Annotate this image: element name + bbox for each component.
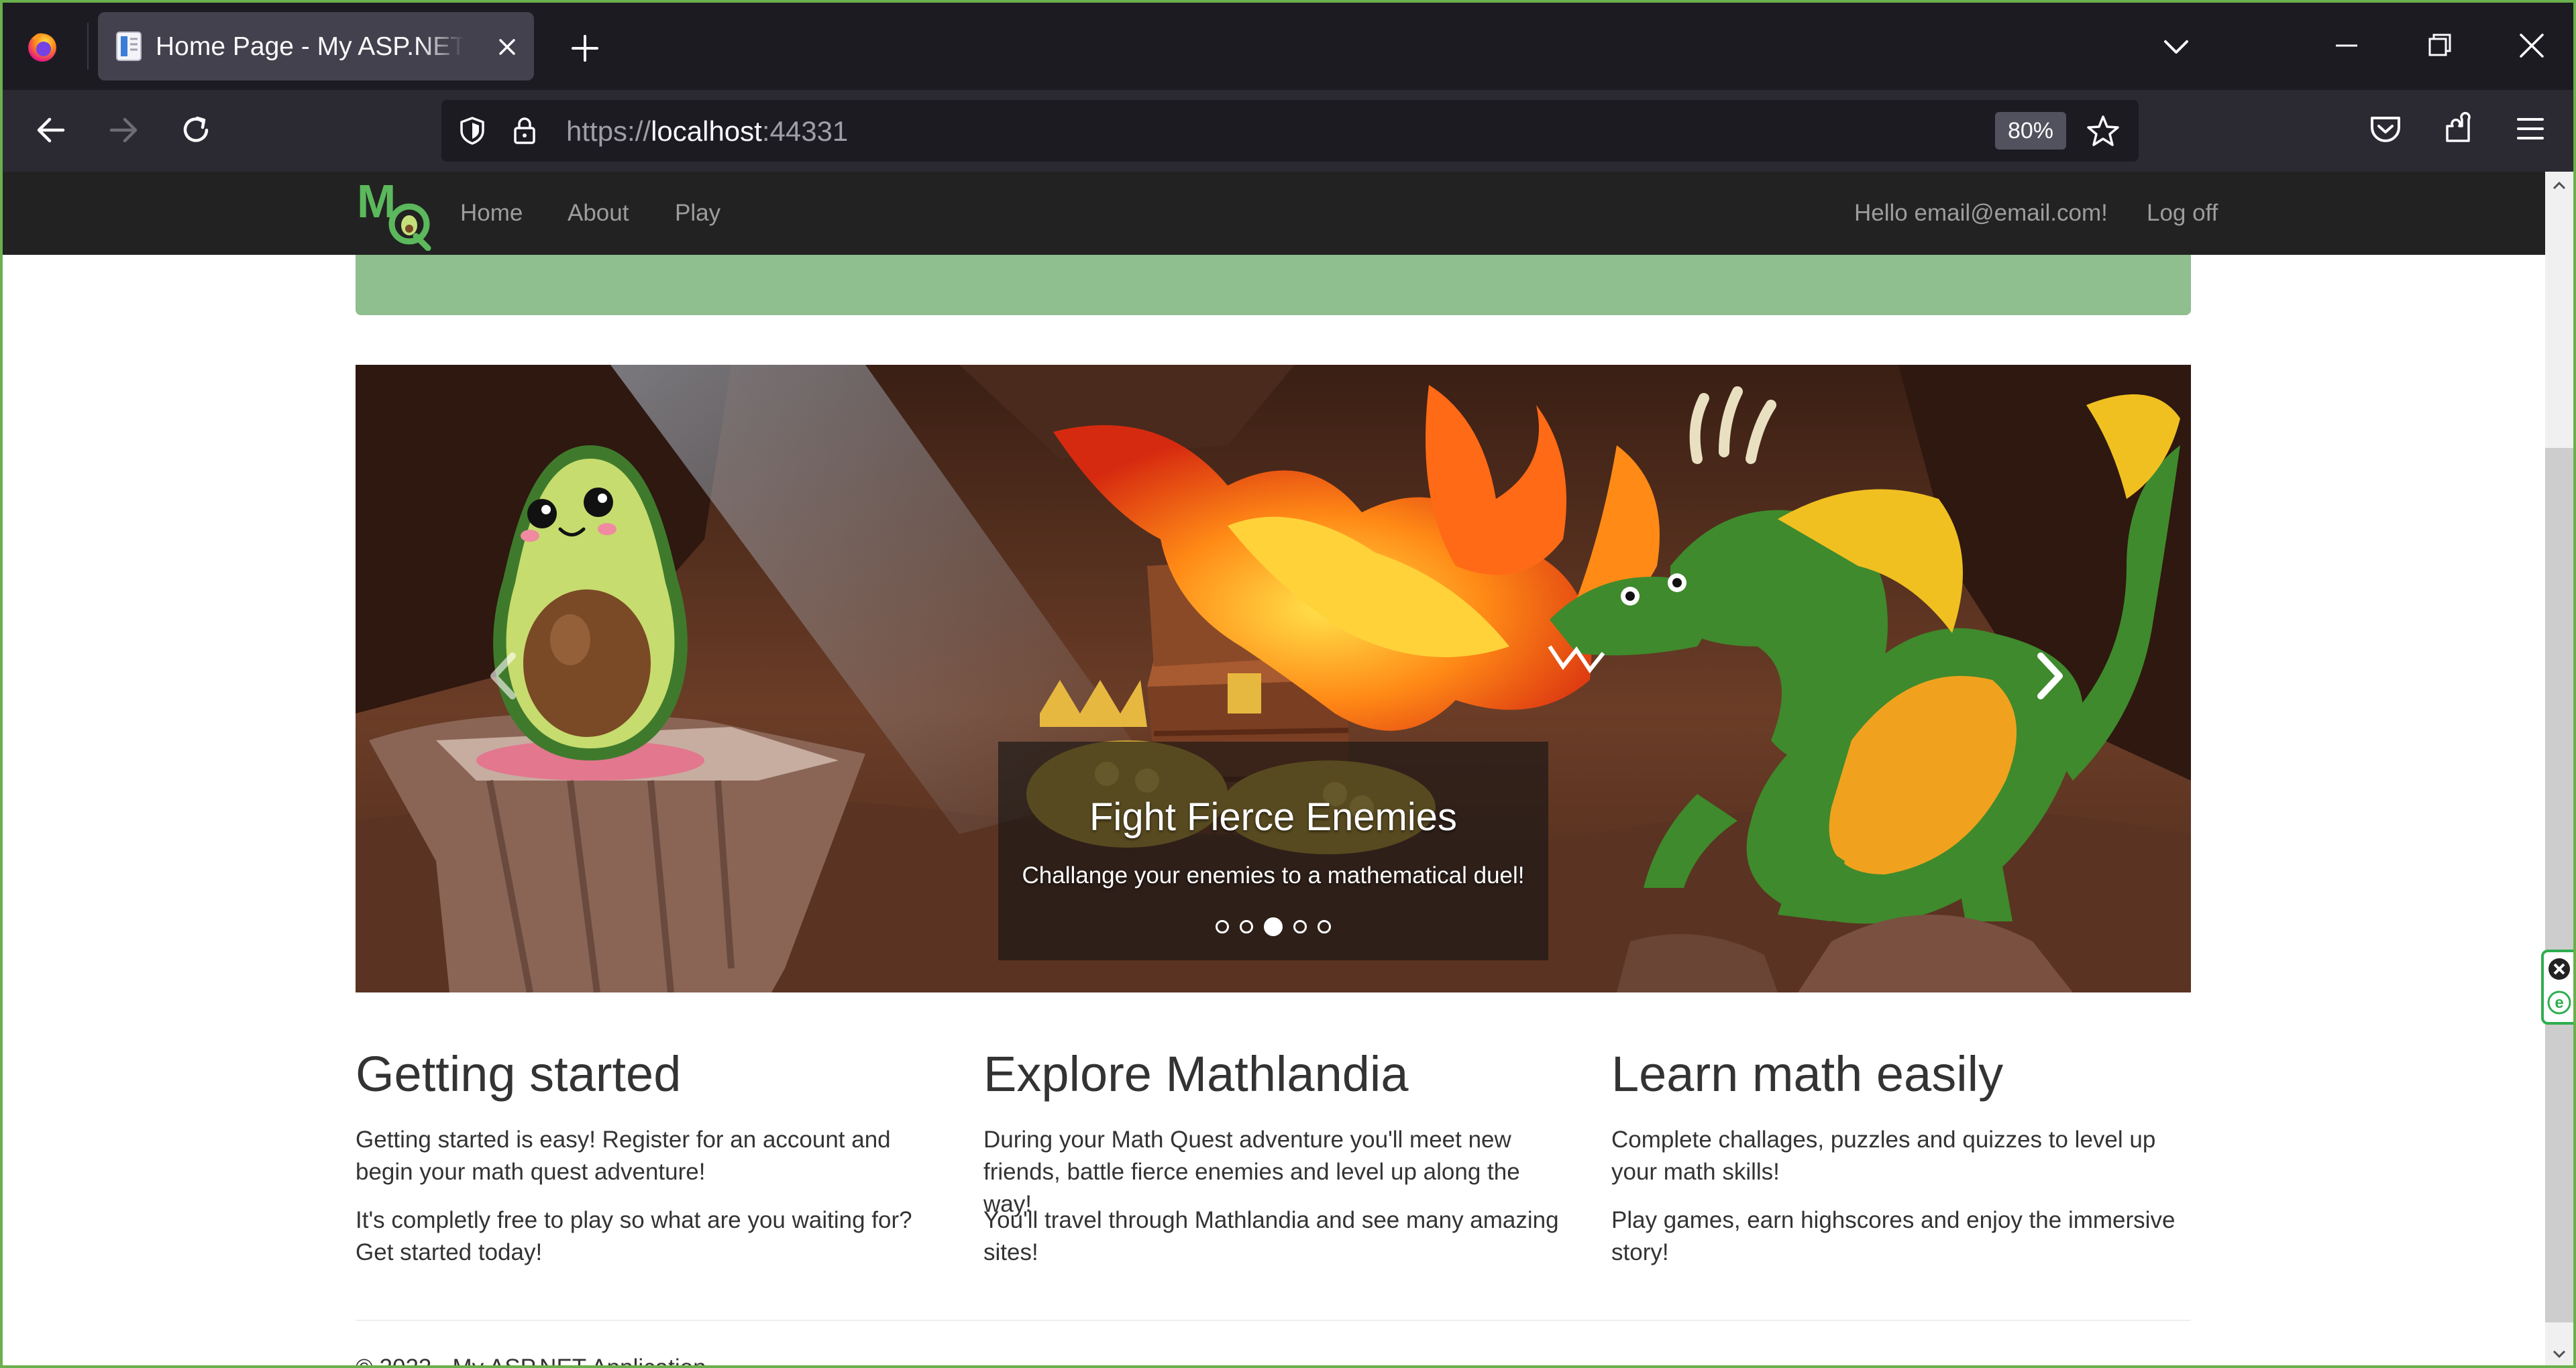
scroll-down-icon[interactable] [2552,1347,2567,1361]
tab-separator [87,23,89,70]
carousel-caption-text: Challange your enemies to a mathematical… [1022,862,1525,889]
new-tab-icon[interactable] [569,32,601,64]
feature-paragraph: Complete challages, puzzles and quizzes … [1611,1127,2156,1185]
carousel-indicator-active[interactable] [1264,917,1283,936]
feature-heading: Explore Mathlandia [983,1046,1409,1102]
feature-paragraph: It's completly free to play so what are … [356,1207,912,1265]
feature-paragraph: Play games, earn highscores and enjoy th… [1611,1207,2176,1265]
feature-column: Getting started Getting started is easy!… [356,1046,946,1265]
bookmark-star-icon[interactable] [2085,113,2121,150]
url-bar[interactable]: https://localhost:44331 80% [441,100,2139,162]
side-extension-widget[interactable]: e [2541,950,2573,1025]
carousel-indicators [998,917,1548,937]
carousel-indicator[interactable] [1240,920,1253,933]
carousel-indicator[interactable] [1216,920,1229,933]
user-greeting-link[interactable]: Hello email@email.com! [1854,200,2108,227]
feature-column: Learn math easily Complete challages, pu… [1611,1046,2202,1265]
navigation-toolbar: https://localhost:44331 80% [3,90,2573,172]
svg-text:e: e [2555,994,2563,1012]
zoom-level-button[interactable]: 80% [1995,112,2066,150]
carousel-caption-title: Fight Fierce Enemies [1089,795,1457,839]
footer-copyright: © 2023 - My ASP.NET Application [356,1355,706,1368]
close-circle-icon[interactable] [2546,956,2572,982]
scroll-up-icon[interactable] [2552,178,2567,193]
reload-icon[interactable] [176,110,216,150]
minimize-icon[interactable] [2330,30,2363,62]
back-icon[interactable] [31,110,71,150]
carousel-indicator[interactable] [1293,920,1307,933]
feature-paragraph: Getting started is easy! Register for an… [356,1127,891,1185]
footer-divider [356,1320,2191,1321]
carousel-prev-icon[interactable] [482,649,529,703]
url-scheme: https:// [566,115,651,147]
tab-title: Home Page - My ASP.NET Application [156,34,464,60]
feature-heading: Getting started [356,1046,682,1102]
forward-icon[interactable] [103,110,144,150]
pocket-icon[interactable] [2367,110,2404,148]
site-navbar: M Home About Play Hello email@email.com!… [3,172,2545,255]
close-window-icon[interactable] [2516,30,2548,62]
browser-window: Home Page - My ASP.NET Application [0,0,2576,1368]
carousel-next-icon[interactable] [2025,649,2072,703]
url-host: localhost [651,115,762,147]
hero-carousel[interactable]: Fight Fierce Enemies Challange your enem… [356,365,2191,992]
close-tab-icon[interactable] [494,34,521,60]
log-off-link[interactable]: Log off [2147,200,2218,227]
nav-link-play[interactable]: Play [675,200,720,227]
shield-icon[interactable] [456,115,488,147]
firefox-icon[interactable] [25,30,59,63]
carousel-caption: Fight Fierce Enemies Challange your enem… [998,742,1548,960]
restore-icon[interactable] [2423,30,2455,62]
tab-strip: Home Page - My ASP.NET Application [3,3,2573,90]
feature-column: Explore Mathlandia During your Math Ques… [983,1046,1574,1265]
nav-link-about[interactable]: About [568,200,629,227]
extensions-icon[interactable] [2439,110,2477,148]
success-alert [356,255,2191,315]
feature-paragraph: You'll travel through Mathlandia and see… [983,1207,1559,1265]
feature-heading: Learn math easily [1611,1046,2004,1102]
url-text[interactable]: https://localhost:44331 [566,116,848,147]
nav-link-home[interactable]: Home [460,200,523,227]
scrollbar-thumb[interactable] [2545,448,2573,1322]
menu-icon[interactable] [2512,110,2549,148]
mq-logo[interactable]: M [356,176,436,251]
url-port: :44331 [761,115,849,147]
carousel-indicator[interactable] [1318,920,1331,933]
page-viewport: M Home About Play Hello email@email.com!… [3,172,2545,1368]
tab-home-page[interactable]: Home Page - My ASP.NET Application [98,12,534,80]
page-scrollbar[interactable] [2545,172,2573,1365]
chevron-down-icon[interactable] [2161,35,2191,59]
extension-e-icon[interactable]: e [2546,990,2572,1015]
lock-icon[interactable] [508,115,541,147]
page-icon [116,32,142,61]
